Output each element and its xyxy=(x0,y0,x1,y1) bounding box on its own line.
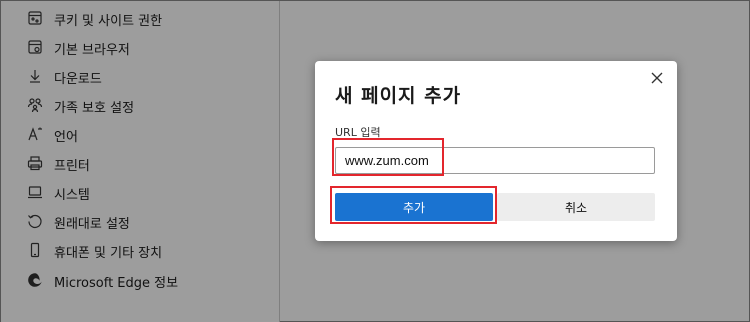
sidebar-item-printer[interactable]: 프린터 xyxy=(1,149,280,178)
sidebar-item-about-edge[interactable]: Microsoft Edge 정보 xyxy=(1,266,280,295)
settings-sidebar: 쿠키 및 사이트 권한 기본 브라우저 다운로드 가족 보호 설정 언어 프린터… xyxy=(1,1,280,322)
sidebar-item-label: 프린터 xyxy=(54,159,90,174)
sidebar-item-label: 가족 보호 설정 xyxy=(54,101,135,116)
sidebar-item-downloads[interactable]: 다운로드 xyxy=(1,62,280,91)
url-field-label: URL 입력 xyxy=(335,126,381,139)
close-button[interactable] xyxy=(649,70,665,86)
sidebar-item-phone[interactable]: 휴대폰 및 기타 장치 xyxy=(1,236,280,265)
phone-icon xyxy=(27,242,43,258)
sidebar-item-label: 기본 브라우저 xyxy=(54,43,130,58)
reset-icon xyxy=(27,213,43,229)
sidebar-item-label: 원래대로 설정 xyxy=(54,217,130,232)
add-page-dialog: 새 페이지 추가 URL 입력 추가 취소 xyxy=(315,61,677,241)
cookie-permissions-icon xyxy=(27,10,43,26)
sidebar-item-system[interactable]: 시스템 xyxy=(1,178,280,207)
sidebar-item-cookies[interactable]: 쿠키 및 사이트 권한 xyxy=(1,4,280,33)
sidebar-item-label: 다운로드 xyxy=(54,72,102,87)
add-button[interactable]: 추가 xyxy=(335,193,493,221)
default-browser-icon xyxy=(27,39,43,55)
sidebar-item-label: 휴대폰 및 기타 장치 xyxy=(54,246,163,261)
url-input[interactable] xyxy=(335,147,655,174)
sidebar-item-label: 시스템 xyxy=(54,188,90,203)
sidebar-item-family[interactable]: 가족 보호 설정 xyxy=(1,91,280,120)
sidebar-item-reset[interactable]: 원래대로 설정 xyxy=(1,207,280,236)
edge-logo-icon xyxy=(27,272,43,288)
sidebar-item-label: 쿠키 및 사이트 권한 xyxy=(54,14,163,29)
sidebar-item-language[interactable]: 언어 xyxy=(1,120,280,149)
system-icon xyxy=(27,184,43,200)
dialog-title: 새 페이지 추가 xyxy=(335,85,462,107)
sidebar-item-label: 언어 xyxy=(54,130,78,145)
sidebar-item-label: Microsoft Edge 정보 xyxy=(54,276,179,291)
close-icon xyxy=(651,72,663,84)
download-icon xyxy=(27,68,43,84)
family-icon xyxy=(27,97,43,113)
language-icon xyxy=(27,126,43,142)
sidebar-item-default-browser[interactable]: 기본 브라우저 xyxy=(1,33,280,62)
cancel-button[interactable]: 취소 xyxy=(497,193,655,221)
printer-icon xyxy=(27,155,43,171)
